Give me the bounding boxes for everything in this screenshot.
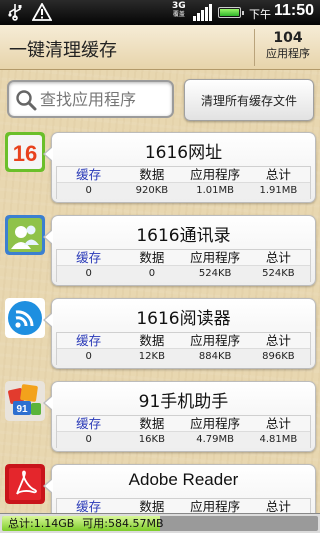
- storage-total-label: 总计:1.14GB: [8, 517, 75, 530]
- column-data: 数据: [139, 250, 165, 265]
- status-ampm: 下午: [249, 8, 271, 21]
- column-cache: 缓存: [76, 250, 102, 265]
- column-data: 数据: [139, 499, 165, 513]
- column-cache: 缓存: [76, 333, 102, 348]
- storage-text: 总计:1.14GB 可用:584.57MB: [8, 516, 172, 531]
- cache-size: 0: [57, 349, 121, 365]
- app-stats: 缓存 数据 应用程序 总计 0 920KB 1.01MB 1.91MB: [56, 166, 311, 199]
- data-size: 12KB: [120, 349, 184, 365]
- list-item[interactable]: 16 1616网址 缓存 数据 应用程序 总计 0 920KB 1.01MB 1…: [0, 128, 320, 208]
- app-stats: 缓存 数据 应用程序 总计 0 16KB 4.79MB 4.81MB: [56, 415, 311, 448]
- app-stats: 缓存 数据 应用程序 总计: [56, 498, 311, 513]
- svg-text:91: 91: [16, 404, 28, 415]
- column-app: 应用程序: [190, 167, 241, 182]
- app-card[interactable]: 1616阅读器 缓存 数据 应用程序 总计 0 12KB 884KB 896KB: [43, 298, 316, 369]
- column-cache: 缓存: [76, 167, 102, 182]
- column-app: 应用程序: [190, 333, 241, 348]
- total-size: 4.81MB: [246, 432, 310, 448]
- app-name: 1616通讯录: [136, 226, 231, 246]
- network-type-label: 3G: [172, 1, 186, 11]
- cache-size: 0: [57, 266, 121, 282]
- signal-strength-icon: [193, 4, 213, 25]
- 91-assistant-icon: 91: [5, 381, 45, 421]
- column-total: 总计: [265, 333, 291, 348]
- clear-all-cache-button[interactable]: 清理所有缓存文件: [184, 79, 314, 121]
- app-size: 884KB: [183, 349, 247, 365]
- 1616-web-icon: 16: [5, 132, 45, 172]
- app-card[interactable]: Adobe Reader 缓存 数据 应用程序 总计: [43, 464, 316, 513]
- app-list[interactable]: 16 1616网址 缓存 数据 应用程序 总计 0 920KB 1.01MB 1…: [0, 128, 320, 513]
- column-cache: 缓存: [76, 499, 102, 513]
- list-item[interactable]: 1616阅读器 缓存 数据 应用程序 总计 0 12KB 884KB 896KB: [0, 294, 320, 374]
- app-size: 1.01MB: [183, 183, 247, 199]
- adobe-reader-icon: [5, 464, 45, 504]
- column-data: 数据: [139, 333, 165, 348]
- total-size: 1.91MB: [246, 183, 310, 199]
- app-count-badge: 104 应用程序: [256, 30, 320, 61]
- app-card[interactable]: 1616网址 缓存 数据 应用程序 总计 0 920KB 1.01MB 1.91…: [43, 132, 316, 203]
- warning-icon: [31, 2, 53, 25]
- search-box[interactable]: [7, 80, 174, 118]
- total-size: 896KB: [246, 349, 310, 365]
- column-total: 总计: [265, 250, 291, 265]
- list-item[interactable]: 1616通讯录 缓存 数据 应用程序 总计 0 0 524KB 524KB: [0, 211, 320, 291]
- storage-bar: 总计:1.14GB 可用:584.57MB: [0, 513, 320, 533]
- app-stats: 缓存 数据 应用程序 总计 0 12KB 884KB 896KB: [56, 332, 311, 365]
- list-item[interactable]: 91 91手机助手 缓存 数据 应用程序 总计 0 16KB 4.79MB 4.…: [0, 377, 320, 457]
- app-stats: 缓存 数据 应用程序 总计 0 0 524KB 524KB: [56, 249, 311, 282]
- app-size: 524KB: [183, 266, 247, 282]
- network-sub-label: 覆盖: [172, 11, 185, 18]
- 1616-reader-icon: [5, 298, 45, 338]
- status-bar: 3G 覆盖 下午 11:50: [0, 0, 320, 25]
- status-time: 11:50: [274, 2, 315, 19]
- column-data: 数据: [139, 416, 165, 431]
- column-app: 应用程序: [190, 250, 241, 265]
- app-card[interactable]: 91手机助手 缓存 数据 应用程序 总计 0 16KB 4.79MB 4.81M…: [43, 381, 316, 452]
- data-size: 920KB: [120, 183, 184, 199]
- data-size: 16KB: [120, 432, 184, 448]
- title-bar: 一键清理缓存 104 应用程序: [0, 25, 320, 70]
- usb-icon: [6, 3, 24, 25]
- list-item[interactable]: Adobe Reader 缓存 数据 应用程序 总计: [0, 460, 320, 513]
- column-app: 应用程序: [190, 499, 241, 513]
- app-count-number: 104: [273, 30, 303, 46]
- app-size: 4.79MB: [183, 432, 247, 448]
- column-data: 数据: [139, 167, 165, 182]
- svg-text:16: 16: [13, 141, 37, 166]
- network-type-icon: 3G 覆盖: [172, 1, 186, 19]
- app-card[interactable]: 1616通讯录 缓存 数据 应用程序 总计 0 0 524KB 524KB: [43, 215, 316, 286]
- battery-icon: [218, 7, 244, 18]
- app-count-label: 应用程序: [266, 47, 310, 60]
- column-total: 总计: [265, 416, 291, 431]
- storage-free-label: 可用:584.57MB: [82, 517, 164, 530]
- column-total: 总计: [265, 167, 291, 182]
- 1616-contacts-icon: [5, 215, 45, 255]
- app-name: 1616网址: [144, 143, 223, 163]
- column-app: 应用程序: [190, 416, 241, 431]
- cache-size: 0: [57, 183, 121, 199]
- total-size: 524KB: [246, 266, 310, 282]
- app-name: Adobe Reader: [128, 470, 239, 489]
- search-input[interactable]: [40, 88, 168, 110]
- app-name: 1616阅读器: [136, 309, 231, 329]
- storage-progress: 总计:1.14GB 可用:584.57MB: [2, 516, 318, 531]
- column-total: 总计: [265, 499, 291, 513]
- battery-level-fill: [220, 9, 239, 16]
- title-divider: [254, 29, 255, 66]
- page-title: 一键清理缓存: [9, 40, 117, 61]
- app-name: 91手机助手: [138, 392, 229, 412]
- data-size: 0: [120, 266, 184, 282]
- search-icon: [15, 89, 37, 115]
- column-cache: 缓存: [76, 416, 102, 431]
- cache-size: 0: [57, 432, 121, 448]
